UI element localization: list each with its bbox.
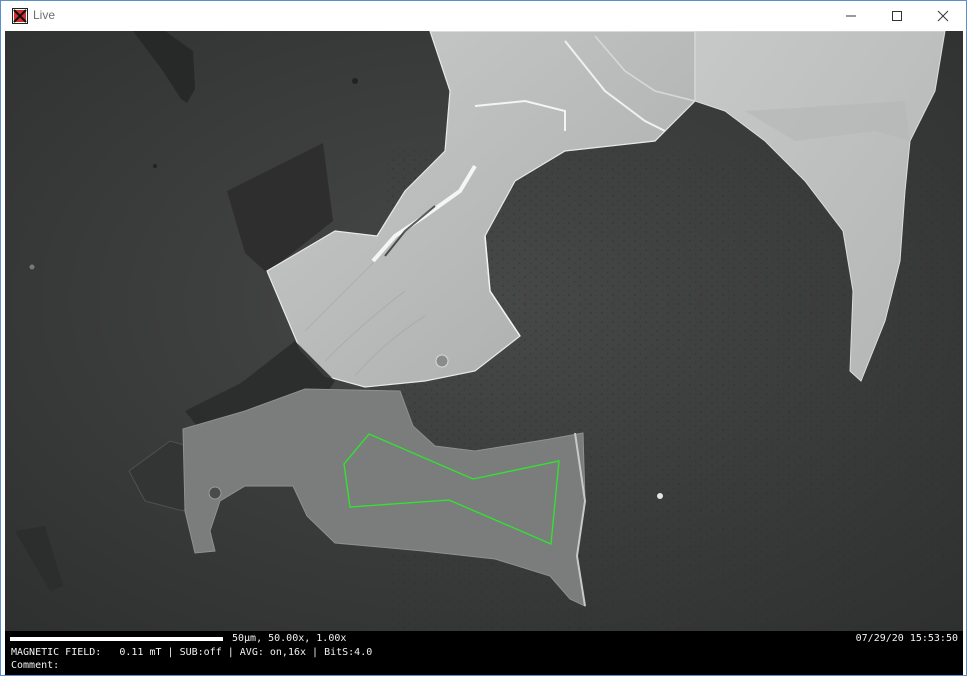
window-title: Live <box>33 8 56 22</box>
comment-label: Comment: <box>11 660 60 671</box>
minimize-button[interactable] <box>828 1 874 31</box>
magnetic-field-line: MAGNETIC FIELD: 0.11 mT | SUB:off | AVG:… <box>11 647 373 658</box>
minimize-icon <box>846 15 856 17</box>
maximize-icon <box>892 11 902 21</box>
maximize-button[interactable] <box>874 1 920 31</box>
close-icon <box>937 10 949 22</box>
status-panel: 50μm, 50.00x, 1.00x 07/29/20 15:53:50 MA… <box>5 631 963 675</box>
scale-label: 50μm, 50.00x, 1.00x <box>232 633 347 644</box>
microscope-live-view[interactable] <box>5 31 963 631</box>
app-icon <box>12 8 28 24</box>
microscope-image <box>5 31 963 631</box>
close-button[interactable] <box>920 1 966 31</box>
title-bar[interactable]: Live <box>1 1 966 31</box>
live-window: Live 50μm, 50.00x, 1.00x 07/29/20 15:53:… <box>0 0 967 676</box>
timestamp: 07/29/20 15:53:50 <box>855 633 958 644</box>
scale-bar <box>10 637 223 641</box>
